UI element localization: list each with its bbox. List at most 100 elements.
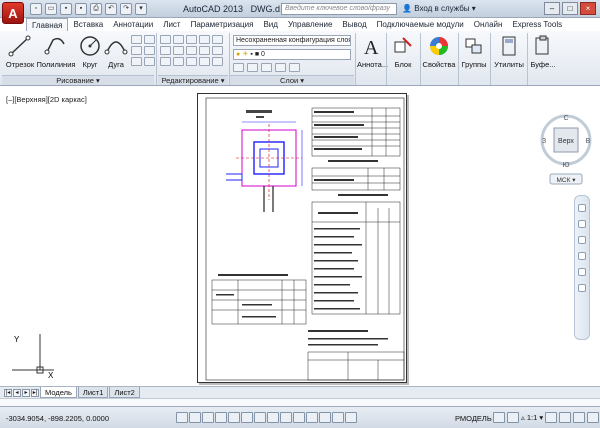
lineweight-icon[interactable] <box>293 412 305 423</box>
properties-button[interactable]: Свойства <box>421 34 457 69</box>
erase-icon[interactable] <box>212 35 223 44</box>
trim-icon[interactable] <box>186 35 197 44</box>
layer-combo[interactable]: ● ☀ ▪ ■ 0 <box>233 49 351 60</box>
array-icon[interactable] <box>186 57 197 66</box>
layer-state-combo[interactable]: Несохраненная конфигурация слоя <box>233 35 351 46</box>
tab-sheet2[interactable]: Лист2 <box>109 387 140 398</box>
annotation-monitor-icon[interactable] <box>345 412 357 423</box>
line-tool-button[interactable]: Отрезок <box>4 34 36 69</box>
viewcube[interactable]: Верх С Ю В З МСК ▾ <box>538 112 594 194</box>
selection-cycling-icon[interactable] <box>332 412 344 423</box>
fillet-icon[interactable] <box>186 46 197 55</box>
save-as-icon[interactable]: ▪ <box>75 3 87 15</box>
layers-group-label[interactable]: Слои ▾ <box>230 75 354 85</box>
hatch-icon[interactable] <box>131 46 142 55</box>
pan-icon[interactable] <box>578 220 586 228</box>
rectangle-icon[interactable] <box>131 35 142 44</box>
groups-button[interactable]: Группы <box>459 34 489 69</box>
copy-icon[interactable] <box>160 46 171 55</box>
drawing-sheet[interactable] <box>197 93 407 383</box>
layer-lock-icon[interactable] <box>289 63 300 72</box>
tab-home[interactable]: Главная <box>26 18 69 31</box>
viewport-controls-label[interactable]: [–][Верхняя][2D каркас] <box>6 95 87 104</box>
ortho-icon[interactable] <box>202 412 214 423</box>
scale-icon[interactable] <box>173 57 184 66</box>
nav-customize-icon[interactable] <box>578 284 586 292</box>
tab-model[interactable]: Модель <box>40 387 77 398</box>
osnap-icon[interactable] <box>228 412 240 423</box>
workspace-switch-icon[interactable] <box>559 412 572 423</box>
quick-view-drawings-icon[interactable] <box>507 412 519 423</box>
drawing-viewport[interactable]: [–][Верхняя][2D каркас] Y X Верх С Ю В З… <box>0 90 600 386</box>
move-icon[interactable] <box>160 35 171 44</box>
tab-express-tools[interactable]: Express Tools <box>507 18 567 31</box>
coordinates-readout[interactable]: -3034.9054, -898.2205, 0.0000 <box>6 414 109 423</box>
stretch-icon[interactable] <box>160 57 171 66</box>
tab-sheet1[interactable]: Лист1 <box>77 387 109 398</box>
layer-freeze-icon[interactable] <box>275 63 286 72</box>
dropdown-icon[interactable] <box>144 35 155 44</box>
mirror-icon[interactable] <box>173 46 184 55</box>
tab-manage[interactable]: Управление <box>283 18 337 31</box>
model-space-toggle[interactable]: РМОДЕЛЬ <box>455 414 492 423</box>
3d-osnap-icon[interactable] <box>241 412 253 423</box>
ducs-icon[interactable] <box>267 412 279 423</box>
transparency-icon[interactable] <box>306 412 318 423</box>
last-tab-icon[interactable]: ▸| <box>31 388 39 397</box>
redo-icon[interactable]: ↷ <box>120 3 132 15</box>
tab-insert[interactable]: Вставка <box>68 18 108 31</box>
layer-off-icon[interactable] <box>247 63 258 72</box>
app-menu-button[interactable]: A <box>2 2 24 24</box>
compass-north[interactable]: С <box>563 115 568 122</box>
signin-button[interactable]: 👤 Вход в службы ▾ <box>402 4 476 13</box>
grid-icon[interactable] <box>189 412 201 423</box>
new-icon[interactable]: ▫ <box>30 3 42 15</box>
layer-isolate-icon[interactable] <box>261 63 272 72</box>
circle-tool-button[interactable]: Круг <box>78 34 102 69</box>
block-button[interactable]: Блок <box>388 34 418 69</box>
offset-icon[interactable] <box>212 57 223 66</box>
rotate-icon[interactable] <box>173 35 184 44</box>
wcs-menu-label[interactable]: МСК ▾ <box>557 177 577 184</box>
dropdown-icon[interactable] <box>199 57 210 66</box>
zoom-icon[interactable] <box>578 236 586 244</box>
tab-annotate[interactable]: Аннотации <box>108 18 158 31</box>
undo-icon[interactable]: ↶ <box>105 3 117 15</box>
annotation-visibility-icon[interactable] <box>545 412 558 423</box>
minimize-icon[interactable]: – <box>544 2 560 15</box>
maximize-icon[interactable]: □ <box>562 2 578 15</box>
arc-tool-button[interactable]: Дуга <box>104 34 128 69</box>
orbit-icon[interactable] <box>578 252 586 260</box>
open-icon[interactable]: ▭ <box>45 3 57 15</box>
explode-icon[interactable] <box>212 46 223 55</box>
compass-south[interactable]: Ю <box>562 162 569 169</box>
tab-plugins[interactable]: Подключаемые модули <box>372 18 469 31</box>
tab-output[interactable]: Вывод <box>337 18 371 31</box>
annotation-button[interactable]: A Аннота... <box>357 34 388 69</box>
workspace-dropdown-icon[interactable]: ▾ <box>135 3 147 15</box>
close-icon[interactable]: × <box>580 2 596 15</box>
modify-group-label[interactable]: Редактирование ▾ <box>158 75 228 85</box>
first-tab-icon[interactable]: |◂ <box>4 388 12 397</box>
annotation-scale[interactable]: ▵ 1:1 ▾ <box>521 412 543 423</box>
dropdown-icon[interactable] <box>199 46 210 55</box>
otrack-icon[interactable] <box>254 412 266 423</box>
clean-screen-icon[interactable] <box>587 412 600 423</box>
command-line[interactable] <box>0 398 600 406</box>
quick-view-layouts-icon[interactable] <box>493 412 505 423</box>
draw-group-label[interactable]: Рисование ▾ <box>2 75 154 85</box>
dropdown-icon[interactable] <box>144 46 155 55</box>
showmotion-icon[interactable] <box>578 268 586 276</box>
save-icon[interactable]: ▪ <box>60 3 72 15</box>
utilities-button[interactable]: Утилиты <box>492 34 526 69</box>
layer-properties-icon[interactable] <box>233 63 244 72</box>
tab-online[interactable]: Онлайн <box>469 18 508 31</box>
tab-layout[interactable]: Лист <box>158 18 185 31</box>
tab-view[interactable]: Вид <box>258 18 282 31</box>
clipboard-button[interactable]: Буфе... <box>528 34 558 69</box>
compass-west[interactable]: З <box>542 138 546 145</box>
prev-tab-icon[interactable]: ◂ <box>13 388 21 397</box>
spline-icon[interactable] <box>131 57 142 66</box>
print-icon[interactable]: ⎙ <box>90 3 102 15</box>
viewcube-top-label[interactable]: Верх <box>558 138 574 145</box>
